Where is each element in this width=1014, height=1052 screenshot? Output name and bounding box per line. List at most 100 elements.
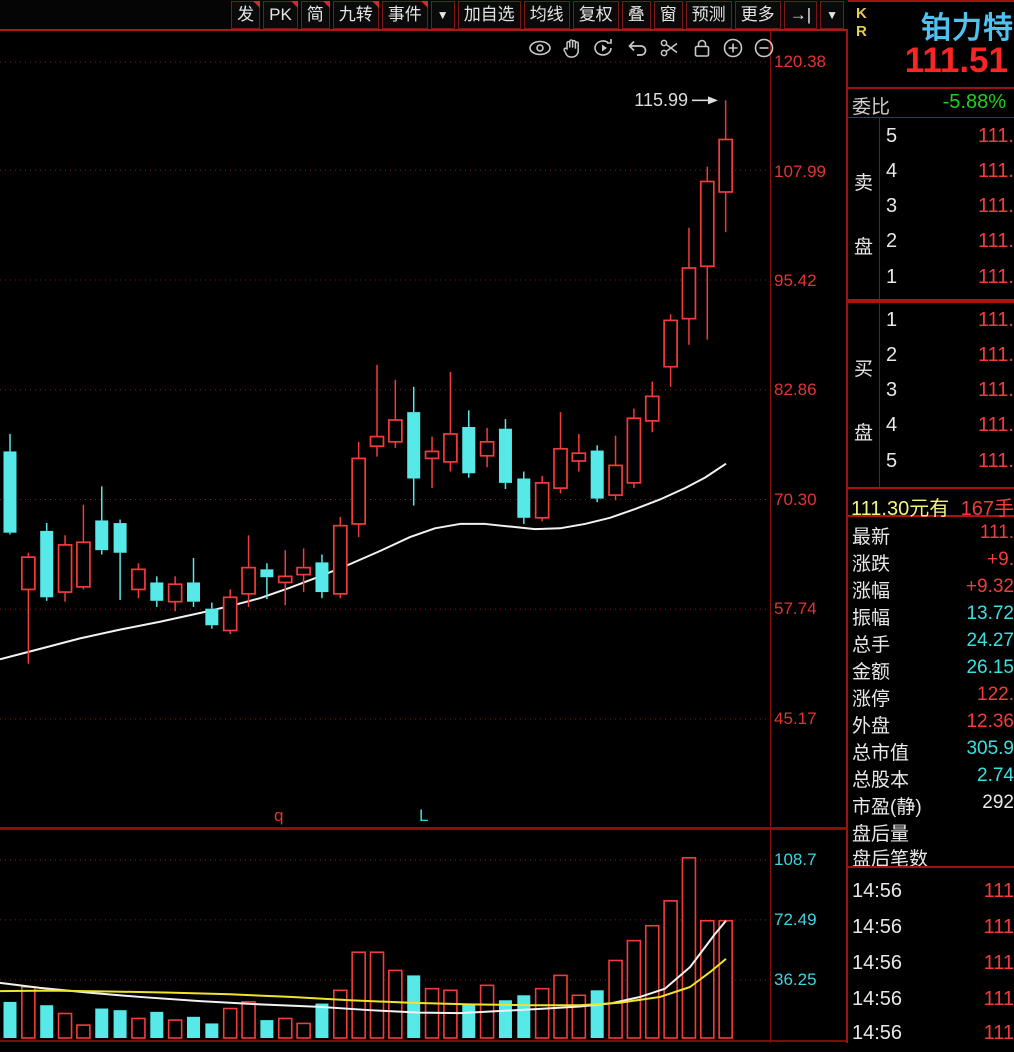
divider (848, 117, 1014, 118)
corner-badge (290, 0, 298, 8)
sell-price: 111. (978, 266, 1014, 288)
sell-price: 111. (978, 160, 1014, 182)
chart-right-border (770, 31, 771, 1043)
stat-value: 24.27 (966, 630, 1014, 651)
stat-row-after-hours-vol: 盘后量 (848, 816, 1014, 845)
price-axis-label: 57.74 (774, 599, 817, 618)
buy-level: 4 (886, 414, 898, 436)
bottom-border (0, 1040, 848, 1042)
stat-row-amplitude: 振幅 13.72 (848, 600, 1014, 629)
buy-price: 111. (978, 309, 1014, 331)
stat-label: 涨幅 (852, 581, 891, 602)
tick-row: 14:56 111 (848, 874, 1014, 910)
tick-price: 111 (983, 1022, 1014, 1044)
toolbar-item-shijian[interactable]: 事件 (381, 0, 428, 29)
toolbar-item-more[interactable]: 更多 (734, 0, 781, 29)
tick-time: 14:56 (852, 988, 903, 1010)
stat-row-total-shares: 总股本 2.74 (848, 762, 1014, 791)
tick-time: 14:56 (852, 916, 903, 938)
stat-label: 市盈(静) (852, 797, 922, 818)
buy-level: 2 (886, 344, 898, 366)
indicator-r-label[interactable]: R (856, 24, 867, 40)
weibi-value: -5.88% (942, 91, 1006, 113)
toolbar-item-jian[interactable]: 简 (300, 0, 330, 29)
tick-time: 14:56 (852, 1022, 903, 1044)
stat-row-outer-disc: 外盘 12.36 (848, 708, 1014, 737)
toolbar-item-adjust-rights[interactable]: 复权 (572, 0, 619, 29)
buy-book-label: 买盘 (854, 359, 874, 444)
top-toolbar: 发 PK 简 九转 事件 ▼ 加自选 均线 复权 叠 窗 预测 更多 →| ▼ (0, 0, 848, 31)
toolbar-item-jiuzhuan[interactable]: 九转 (332, 0, 379, 29)
toolbar-item-fa[interactable]: 发 (231, 0, 261, 29)
divider (848, 866, 1014, 868)
divider (879, 303, 880, 487)
tick-row: 14:56 111 (848, 946, 1014, 982)
stat-value: 2.74 (977, 765, 1014, 786)
toolbar-item-window[interactable]: 窗 (653, 0, 683, 29)
indicator-k-label[interactable]: K (856, 6, 867, 22)
eye-icon[interactable] (528, 37, 552, 59)
tick-row: 14:56 111 (848, 982, 1014, 1018)
sell-price: 111. (978, 195, 1014, 217)
tick-time: 14:56 (852, 880, 903, 902)
stat-value: 13.72 (966, 603, 1014, 624)
price-axis-label: 45.17 (774, 709, 817, 728)
buy-price: 111. (978, 414, 1014, 436)
buy-level: 5 (886, 450, 898, 472)
stat-row-total-lots: 总手 24.27 (848, 627, 1014, 656)
stat-value: 26.15 (966, 657, 1014, 678)
undo-icon[interactable] (625, 37, 649, 59)
quote-price: 111.30元有 (851, 498, 950, 520)
zoom-in-icon[interactable] (722, 37, 744, 59)
stat-value: +9. (987, 549, 1014, 570)
buy-level: 1 (886, 309, 898, 331)
toolbar-item-ma-lines[interactable]: 均线 (523, 0, 570, 29)
sell-price: 111. (978, 125, 1014, 147)
book-separator (848, 299, 1014, 303)
stat-row-change-pct: 涨幅 +9.32 (848, 573, 1014, 602)
weibi-label: 委比 (852, 97, 891, 118)
toolbar-item-overlay[interactable]: 叠 (621, 0, 651, 29)
price-axis-label: 70.30 (774, 490, 817, 509)
chart-tools (528, 36, 774, 60)
stat-row-market-cap: 总市值 305.9 (848, 735, 1014, 764)
hand-icon[interactable] (561, 37, 583, 59)
toolbar-item-forecast[interactable]: 预测 (685, 0, 732, 29)
stat-label: 涨停 (852, 689, 891, 710)
toolbar-item-pk[interactable]: PK (263, 0, 298, 29)
lock-icon[interactable] (691, 37, 713, 59)
zoom-out-icon[interactable] (753, 37, 775, 59)
tick-time: 14:56 (852, 952, 903, 974)
toolbar-item-add-watchlist[interactable]: 加自选 (457, 0, 521, 29)
scissors-icon[interactable] (658, 37, 682, 59)
stat-label: 振幅 (852, 608, 891, 629)
toolbar-dropdown-caret[interactable]: ▼ (430, 0, 455, 29)
tick-price: 111 (983, 988, 1014, 1010)
sell-level: 5 (886, 125, 898, 147)
marker-l: L (419, 806, 429, 825)
price-axis-label: 95.42 (774, 271, 817, 290)
toolbar-right-caret[interactable]: ▼ (820, 0, 844, 29)
stat-label: 外盘 (852, 716, 891, 737)
price-axis-label: 107.99 (774, 162, 826, 181)
stat-value: +9.32 (965, 576, 1014, 597)
last-price: 111.51 (904, 41, 1008, 80)
sell-book-label: 卖盘 (854, 173, 874, 258)
replay-icon[interactable] (592, 37, 616, 59)
volume-axis-label: 36.25 (774, 970, 817, 989)
panel-divider (0, 827, 848, 830)
next-page-icon[interactable]: →| (783, 0, 818, 29)
sell-level: 3 (886, 195, 898, 217)
buy-price: 111. (978, 379, 1014, 401)
stat-label: 最新 (852, 527, 891, 548)
sidebar-top-border (848, 0, 1014, 2)
corner-badge (253, 0, 261, 8)
corner-badge (322, 0, 330, 8)
buy-price: 111. (978, 450, 1014, 472)
sell-level: 1 (886, 266, 898, 288)
stat-row-change: 涨跌 +9. (848, 546, 1014, 575)
divider (848, 87, 1014, 89)
price-axis-label: 82.86 (774, 380, 817, 399)
stat-value: 12.36 (966, 711, 1014, 732)
stat-label: 总市值 (852, 743, 910, 764)
